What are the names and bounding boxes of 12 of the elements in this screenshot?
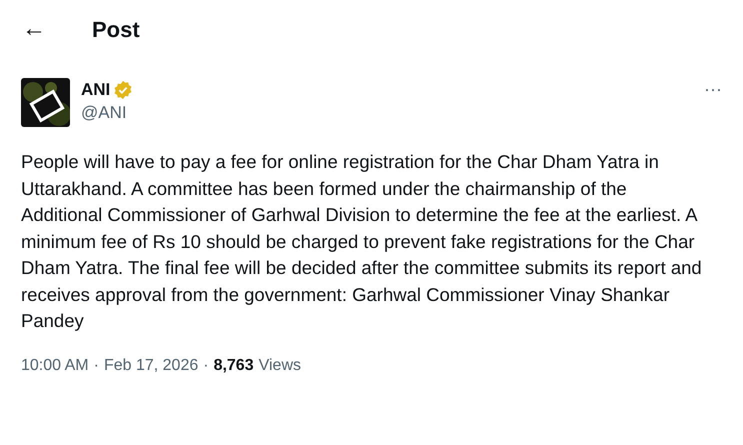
author-name[interactable]: ANI bbox=[81, 77, 110, 103]
post-text: People will have to pay a fee for online registration for the Char Dham Yatra in Uttarakhand. A committee has been formed under the chairmanship of the Additional Commissioner of Garhwal Division to determine the fee at the earliest. A minimum fee of Rs 10 should be charged to prevent fake registrations for the Char Dham Yatra. The final fee will be decided after the committee submits its report and receives approval from the government: Garhwal Commissioner Vinay Shankar Pandey bbox=[20, 150, 703, 333]
back-button[interactable]: ← bbox=[22, 17, 46, 41]
post-date[interactable]: Feb 17, 2026 bbox=[104, 354, 198, 378]
post-time[interactable]: 10:00 AM bbox=[21, 354, 89, 378]
separator-dot: · bbox=[94, 356, 99, 376]
views-label: Views bbox=[258, 356, 301, 376]
author-handle: @ANI bbox=[81, 102, 128, 124]
page-title: Post bbox=[92, 16, 140, 44]
separator-dot: · bbox=[203, 356, 209, 376]
more-button[interactable]: ··· bbox=[704, 80, 722, 98]
views-count: 8,763 bbox=[214, 356, 254, 376]
